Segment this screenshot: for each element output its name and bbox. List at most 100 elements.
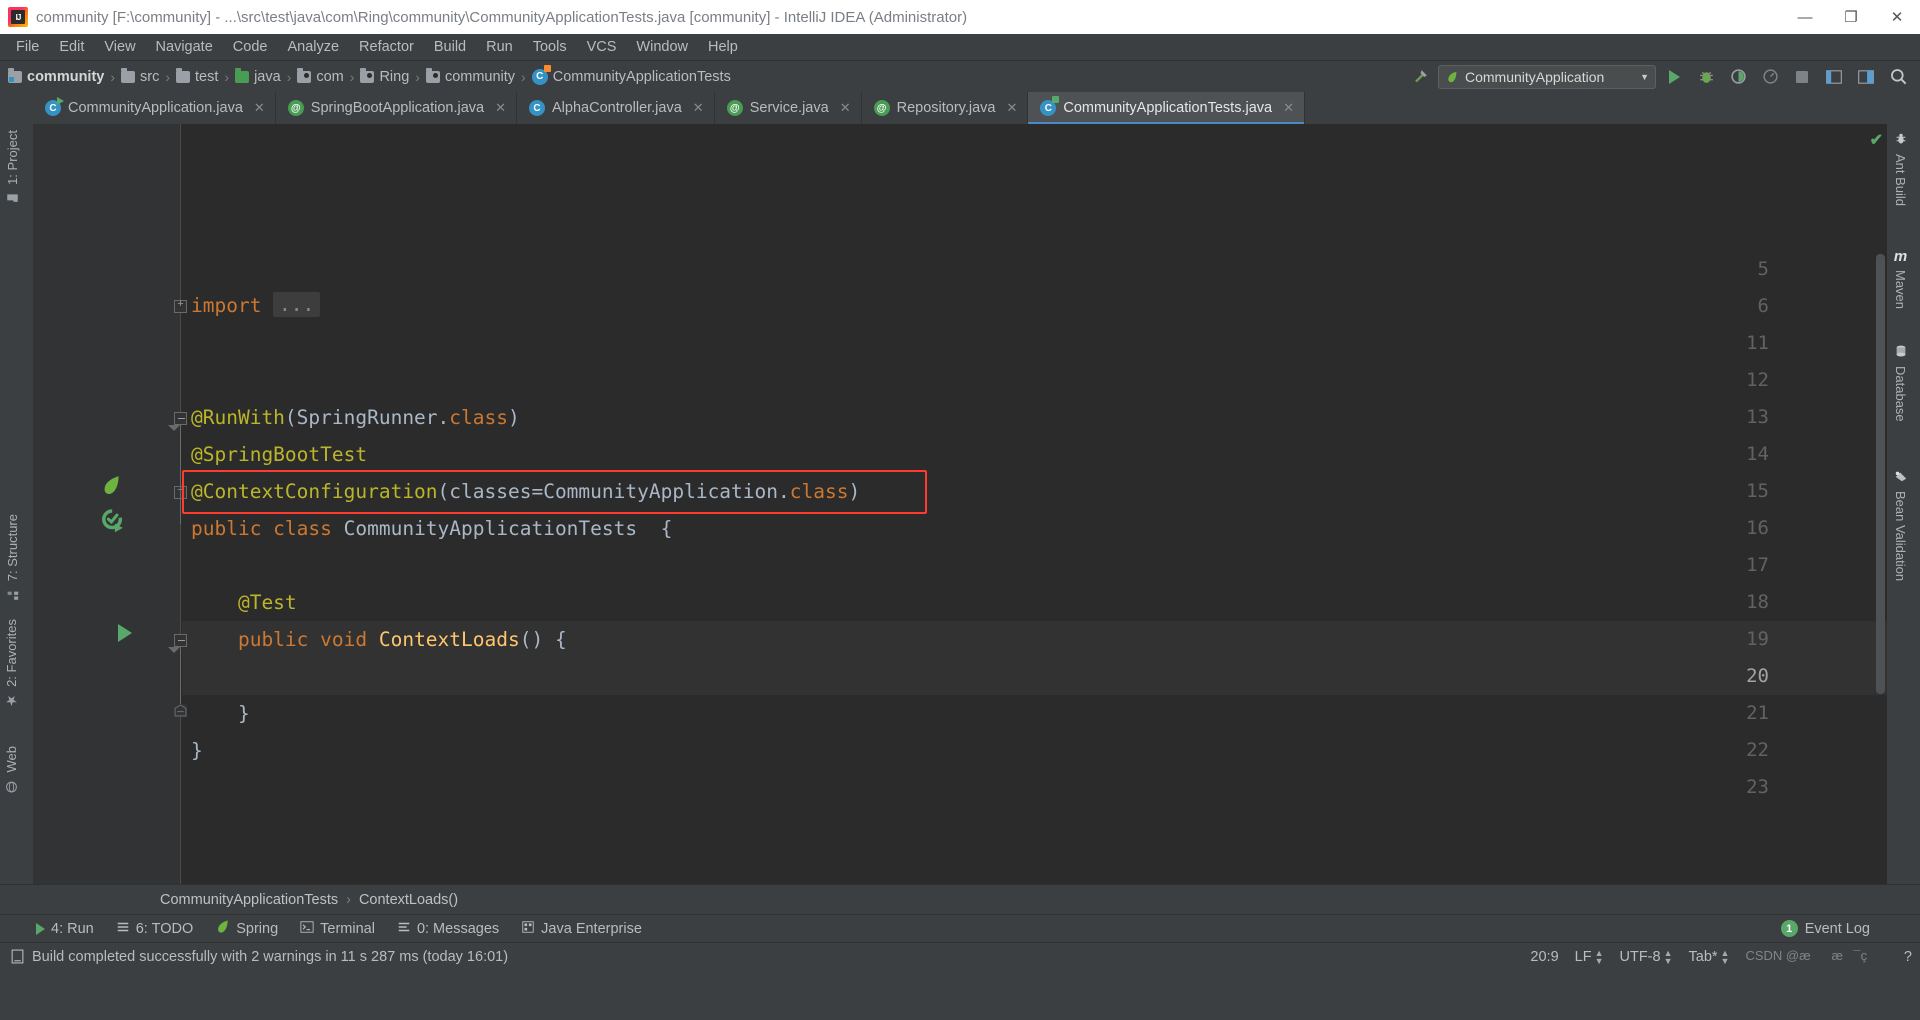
fold-region-line — [180, 424, 181, 524]
breadcrumb-test[interactable]: test — [176, 67, 218, 85]
sidebar-item-ant-build[interactable]: Ant Build — [1893, 132, 1908, 206]
tab-service[interactable]: @ Service.java ✕ — [714, 92, 862, 124]
window-title: community [F:\community] - ...\src\test\… — [36, 8, 968, 26]
code-line-16: public class CommunityApplicationTests { — [191, 517, 673, 540]
editor-tab-strip: C CommunityApplication.java ✕ @ SpringBo… — [33, 92, 1848, 124]
close-icon[interactable]: ✕ — [1283, 100, 1294, 116]
tab-label: Repository.java — [896, 100, 996, 116]
sidebar-item-database[interactable]: Database — [1893, 344, 1908, 422]
menu-navigate[interactable]: Navigate — [146, 36, 223, 58]
search-everywhere-icon[interactable] — [1884, 64, 1912, 90]
profile-button[interactable] — [1756, 64, 1784, 90]
close-icon[interactable]: ✕ — [1006, 100, 1017, 116]
breadcrumb-community-pkg[interactable]: community — [425, 67, 515, 85]
update-project-icon[interactable] — [1852, 64, 1880, 90]
menu-build[interactable]: Build — [424, 36, 476, 58]
tab-label: CommunityApplicationTests.java — [1063, 100, 1273, 116]
line-separator-selector[interactable]: LF ▲ ▼ — [1575, 947, 1604, 966]
breadcrumb-java[interactable]: java — [235, 67, 281, 85]
tool-window-java-enterprise[interactable]: Java Enterprise — [521, 920, 642, 938]
run-button[interactable] — [1660, 64, 1688, 90]
fold-expand-import-icon[interactable] — [174, 299, 187, 313]
build-hammer-icon[interactable] — [1406, 64, 1434, 90]
tool-window-spring[interactable]: Spring — [215, 919, 278, 938]
sidebar-item-web[interactable]: Web — [4, 746, 19, 794]
menu-help[interactable]: Help — [698, 36, 748, 58]
close-icon[interactable]: ✕ — [495, 100, 506, 116]
run-configuration-selector[interactable]: CommunityApplication ▼ — [1438, 64, 1656, 89]
status-message-group: Build completed successfully with 2 warn… — [10, 949, 508, 965]
tab-community-application-tests[interactable]: C CommunityApplicationTests.java ✕ — [1028, 92, 1305, 124]
breadcrumb-src[interactable]: src — [121, 67, 159, 85]
close-button[interactable]: ✕ — [1874, 0, 1920, 34]
line-number: 22 — [1746, 739, 1769, 761]
tool-window-messages[interactable]: 0: Messages — [397, 920, 499, 938]
menu-analyze[interactable]: Analyze — [277, 36, 349, 58]
caret-position[interactable]: 20:9 — [1530, 949, 1558, 965]
breadcrumb-module-community[interactable]: community — [8, 67, 104, 85]
editor-scrollbar[interactable] — [1876, 254, 1885, 694]
menu-refactor[interactable]: Refactor — [349, 36, 424, 58]
breadcrumb-class[interactable]: CommunityApplicationTests — [160, 892, 338, 908]
layout-settings-icon[interactable] — [1820, 64, 1848, 90]
event-log-button[interactable]: 1 Event Log — [1780, 920, 1870, 937]
menu-tools[interactable]: Tools — [523, 36, 577, 58]
breadcrumb-ring[interactable]: Ring — [360, 67, 409, 85]
run-test-class-gutter-icon[interactable] — [101, 509, 126, 538]
sidebar-item-project[interactable]: 1: Project — [5, 130, 20, 205]
debug-button[interactable] — [1692, 64, 1720, 90]
menu-vcs[interactable]: VCS — [577, 36, 627, 58]
project-folder-icon — [6, 190, 19, 205]
folded-imports-placeholder[interactable]: ... — [273, 292, 321, 317]
menu-file[interactable]: File — [6, 36, 49, 58]
tool-window-run[interactable]: 4: Run — [36, 921, 94, 937]
breadcrumb-test-class[interactable]: C CommunityApplicationTests — [531, 64, 731, 85]
tab-repository[interactable]: @ Repository.java ✕ — [861, 92, 1029, 124]
editor-gutter[interactable] — [33, 124, 181, 884]
inspection-ok-icon[interactable]: ✔ — [1870, 130, 1883, 150]
encoding-selector[interactable]: UTF-8 ▲ ▼ — [1620, 948, 1673, 965]
tool-window-terminal[interactable]: Terminal — [300, 920, 375, 938]
tool-window-todo[interactable]: 6: TODO — [116, 920, 193, 938]
close-icon[interactable]: ✕ — [693, 100, 704, 116]
sidebar-item-bean-validation[interactable]: Bean Validation — [1893, 469, 1908, 581]
editor-breadcrumb: CommunityApplicationTests › ContextLoads… — [0, 884, 1920, 914]
breadcrumb-com[interactable]: com — [297, 67, 344, 85]
tab-spring-boot-application[interactable]: @ SpringBootApplication.java ✕ — [275, 92, 518, 124]
run-icon — [36, 922, 45, 935]
spring-bean-gutter-icon[interactable] — [99, 474, 123, 501]
line-number: 11 — [1746, 332, 1769, 354]
fold-end-icon[interactable] — [174, 704, 187, 717]
sidebar-item-structure[interactable]: 7: Structure — [5, 514, 20, 602]
help-icon[interactable]: ? — [1904, 949, 1912, 965]
code-editor[interactable]: 5 6 11 12 13 14 15 16 17 18 19 20 21 22 … — [33, 124, 1887, 884]
bean-validation-icon — [1894, 469, 1908, 486]
sidebar-item-favorites[interactable]: ★ 2: Favorites — [4, 619, 19, 709]
chevron-updown-icon: ▲ ▼ — [1594, 947, 1604, 966]
menu-window[interactable]: Window — [626, 36, 698, 58]
build-status-icon — [10, 949, 24, 964]
breadcrumb-separator: › — [415, 68, 420, 85]
todo-icon — [116, 920, 130, 938]
run-with-coverage-button[interactable] — [1724, 64, 1752, 90]
line-number: 13 — [1746, 406, 1769, 428]
close-icon[interactable]: ✕ — [840, 100, 851, 116]
minimize-button[interactable]: — — [1782, 0, 1828, 34]
tab-alpha-controller[interactable]: C AlphaController.java ✕ — [517, 92, 715, 124]
tab-community-application[interactable]: C CommunityApplication.java ✕ — [33, 92, 276, 124]
stop-button[interactable] — [1788, 64, 1816, 90]
indent-selector[interactable]: Tab* ▲ ▼ — [1689, 948, 1730, 965]
run-test-method-gutter-icon[interactable] — [118, 624, 132, 642]
sidebar-item-label: 7: Structure — [5, 514, 20, 582]
star-icon: ★ — [5, 692, 18, 709]
menu-code[interactable]: Code — [223, 36, 278, 58]
maximize-button[interactable]: ❐ — [1828, 0, 1874, 34]
menu-view[interactable]: View — [94, 36, 145, 58]
breadcrumb-separator: › — [110, 68, 116, 85]
menu-run[interactable]: Run — [476, 36, 523, 58]
menu-edit[interactable]: Edit — [49, 36, 94, 58]
sidebar-item-maven[interactable]: m Maven — [1893, 248, 1908, 309]
annotation-icon: @ — [726, 100, 743, 116]
breadcrumb-method[interactable]: ContextLoads() — [359, 892, 458, 908]
close-icon[interactable]: ✕ — [254, 100, 265, 116]
